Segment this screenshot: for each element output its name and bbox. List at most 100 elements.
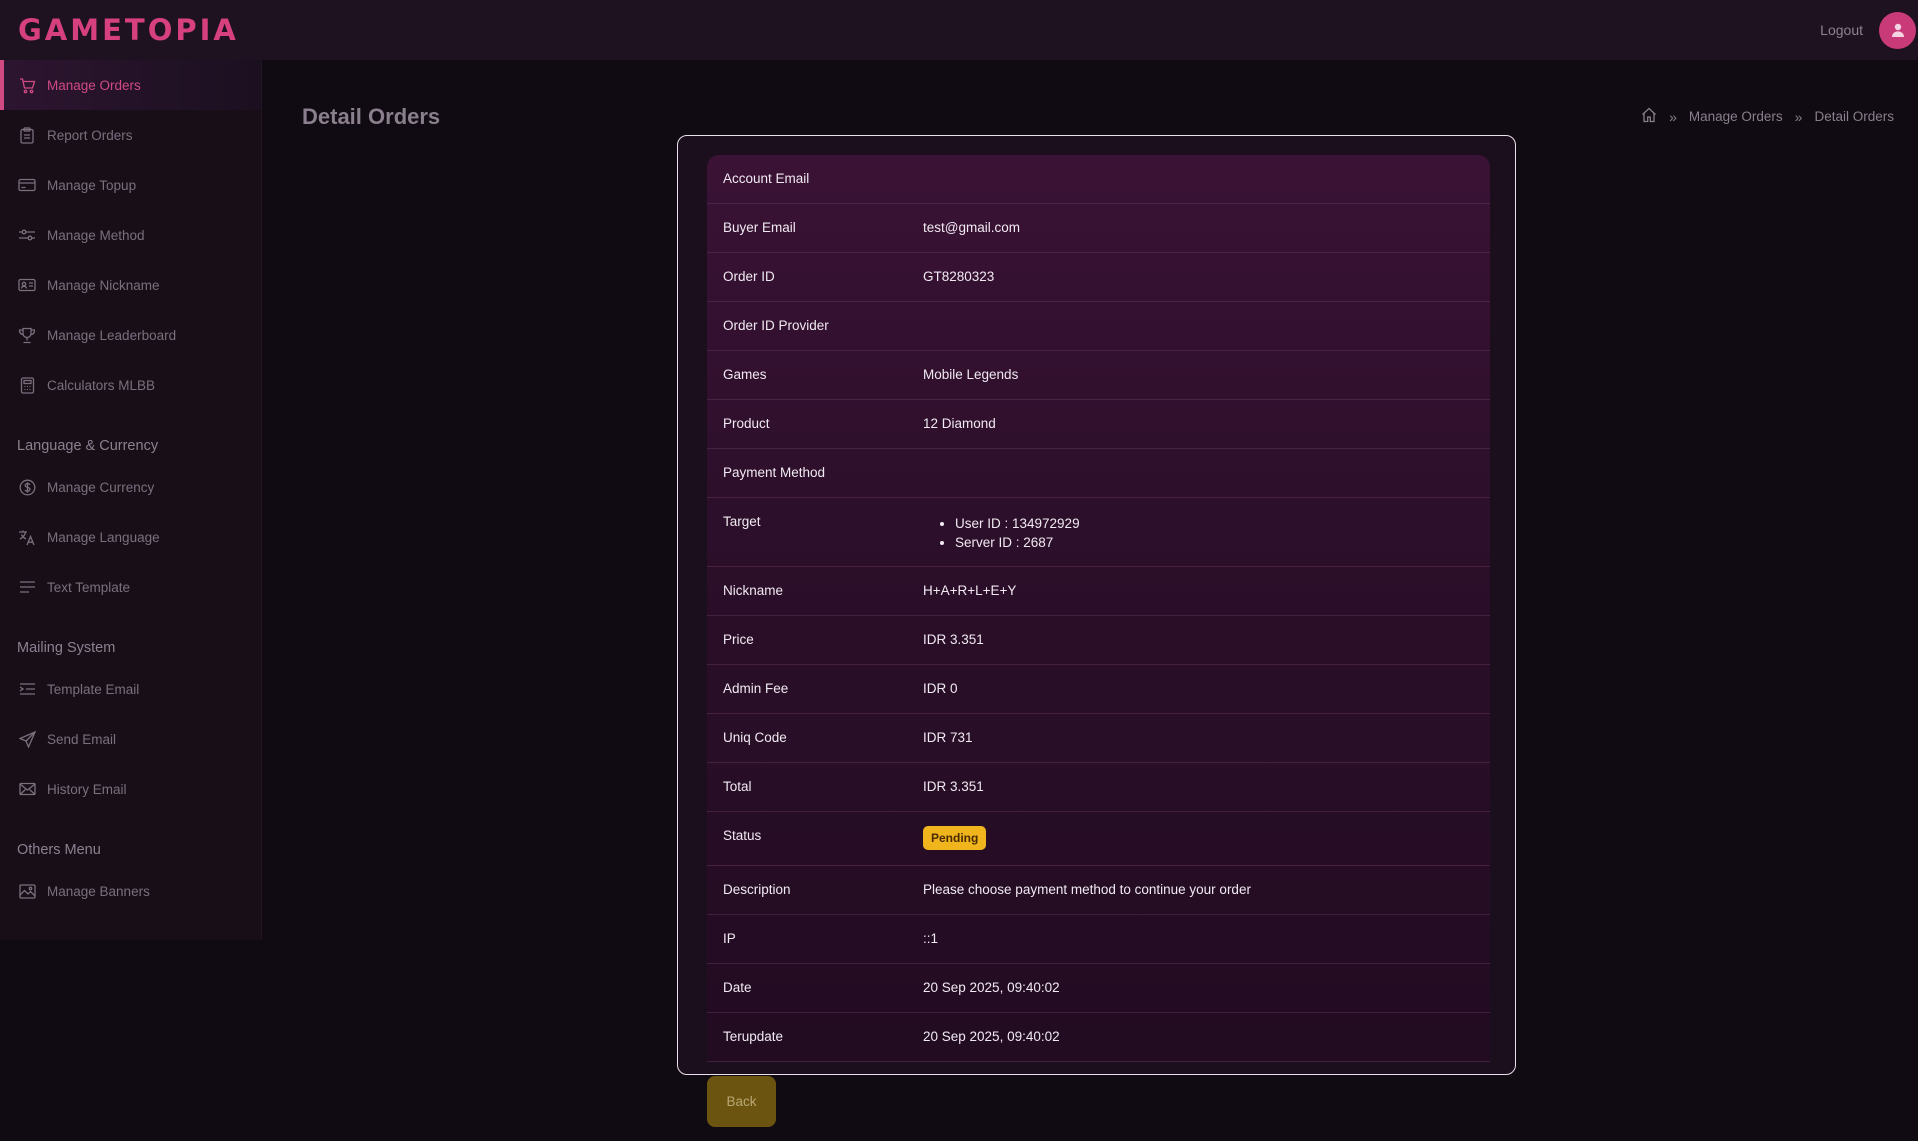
- detail-value: Mobile Legends: [923, 367, 1019, 382]
- sidebar-item-calculators-mlbb[interactable]: Calculators MLBB: [0, 360, 261, 410]
- back-button[interactable]: Back: [707, 1076, 776, 1127]
- detail-value: test@gmail.com: [923, 220, 1020, 235]
- detail-row-price: Price IDR 3.351: [707, 616, 1490, 665]
- breadcrumb-separator: »: [1669, 108, 1677, 125]
- sidebar-item-text-template[interactable]: Text Template: [0, 562, 261, 612]
- breadcrumb-parent[interactable]: Manage Orders: [1689, 109, 1783, 124]
- sidebar-item-manage-orders[interactable]: Manage Orders: [0, 60, 261, 110]
- translate-icon: [18, 528, 36, 546]
- detail-label: Buyer Email: [723, 220, 796, 235]
- detail-value: [921, 302, 1490, 350]
- detail-value: IDR 3.351: [923, 632, 984, 647]
- target-list: User ID : 134972929 Server ID : 2687: [923, 514, 1490, 552]
- detail-value: GT8280323: [923, 269, 995, 284]
- sliders-icon: [18, 226, 36, 244]
- detail-label: Target: [723, 514, 761, 529]
- sidebar-item-label: Manage Method: [47, 227, 145, 243]
- sidebar-item-send-email[interactable]: Send Email: [0, 714, 261, 764]
- detail-label: Product: [723, 416, 770, 431]
- detail-value: H+A+R+L+E+Y: [923, 583, 1017, 598]
- detail-value: User ID : 134972929 Server ID : 2687: [921, 498, 1490, 566]
- sidebar-item-label: Manage Nickname: [47, 277, 160, 293]
- detail-value: 20 Sep 2025, 09:40:02: [923, 1029, 1060, 1044]
- detail-value: ::1: [923, 931, 939, 946]
- calculator-icon: [18, 376, 36, 394]
- send-icon: [18, 730, 36, 748]
- sidebar-item-label: Text Template: [47, 579, 131, 595]
- sidebar-item-label: Manage Banners: [47, 883, 150, 899]
- avatar[interactable]: [1879, 11, 1916, 49]
- sidebar-item-label: Report Orders: [47, 127, 133, 143]
- image-icon: [18, 882, 36, 900]
- detail-row-product: Product 12 Diamond: [707, 400, 1490, 449]
- detail-label: Admin Fee: [723, 681, 789, 696]
- sidebar-item-manage-nickname[interactable]: Manage Nickname: [0, 260, 261, 310]
- detail-row-games: Games Mobile Legends: [707, 351, 1490, 400]
- list-indent-icon: [18, 680, 36, 698]
- detail-label: Order ID Provider: [723, 318, 829, 333]
- text-lines-icon: [18, 578, 36, 596]
- sidebar-item-label: Manage Language: [47, 529, 160, 545]
- page-title: Detail Orders: [302, 104, 441, 129]
- detail-row-order-id: Order ID GT8280323: [707, 253, 1490, 302]
- detail-label: Account Email: [723, 171, 810, 186]
- id-card-icon: [18, 276, 36, 294]
- topbar-actions: Logout: [1820, 11, 1918, 49]
- detail-value: [921, 449, 1490, 497]
- sidebar-item-label: Manage Topup: [47, 177, 137, 193]
- nav-group-others-menu: Others Menu: [17, 842, 101, 858]
- detail-row-nickname: Nickname H+A+R+L+E+Y: [707, 567, 1490, 616]
- detail-label: Terupdate: [723, 1029, 784, 1044]
- detail-label: Uniq Code: [723, 730, 787, 745]
- target-user-id: User ID : 134972929: [955, 514, 1490, 533]
- sidebar-item-manage-method[interactable]: Manage Method: [0, 210, 261, 260]
- sidebar-item-manage-topup[interactable]: Manage Topup: [0, 160, 261, 210]
- detail-label: Games: [723, 367, 767, 382]
- detail-row-ip: IP ::1: [707, 915, 1490, 964]
- sidebar-item-manage-banners[interactable]: Manage Banners: [0, 866, 261, 916]
- detail-label: Total: [723, 779, 752, 794]
- detail-row-buyer-email: Buyer Email test@gmail.com: [707, 204, 1490, 253]
- sidebar-item-template-email[interactable]: Template Email: [0, 664, 261, 714]
- detail-row-date: Date 20 Sep 2025, 09:40:02: [707, 964, 1490, 1013]
- detail-row-terupdate: Terupdate 20 Sep 2025, 09:40:02: [707, 1013, 1490, 1062]
- sidebar-item-label: Template Email: [47, 681, 140, 697]
- detail-label: Description: [723, 882, 791, 897]
- detail-value: IDR 731: [923, 730, 973, 745]
- detail-label: Nickname: [723, 583, 784, 598]
- sidebar-item-manage-leaderboard[interactable]: Manage Leaderboard: [0, 310, 261, 360]
- target-server-id: Server ID : 2687: [955, 533, 1490, 552]
- sidebar-item-label: Manage Orders: [47, 77, 141, 93]
- cart-icon: [18, 76, 36, 94]
- detail-row-total: Total IDR 3.351: [707, 763, 1490, 812]
- nav-group-language-currency: Language & Currency: [17, 438, 159, 454]
- sidebar-item-report-orders[interactable]: Report Orders: [0, 110, 261, 160]
- app-logo[interactable]: GAMETOPIA: [18, 13, 239, 47]
- mail-icon: [18, 780, 36, 798]
- sidebar-item-manage-currency[interactable]: Manage Currency: [0, 462, 261, 512]
- logout-link[interactable]: Logout: [1820, 22, 1863, 38]
- detail-row-description: Description Please choose payment method…: [707, 866, 1490, 915]
- detail-label: Status: [723, 828, 762, 843]
- detail-row-payment-method: Payment Method: [707, 449, 1490, 498]
- nav-group-mailing-system: Mailing System: [17, 640, 116, 656]
- sidebar-item-label: Send Email: [47, 731, 117, 747]
- detail-value: 20 Sep 2025, 09:40:02: [923, 980, 1060, 995]
- home-icon[interactable]: [1641, 107, 1657, 126]
- detail-value: [921, 155, 1490, 203]
- sidebar-item-label: Manage Leaderboard: [47, 327, 177, 343]
- sidebar-item-label: Calculators MLBB: [47, 377, 156, 393]
- order-detail-table: Account Email Buyer Email test@gmail.com…: [707, 155, 1490, 1062]
- sidebar-item-label: Manage Currency: [47, 479, 155, 495]
- breadcrumb: » Manage Orders » Detail Orders: [1641, 107, 1894, 126]
- breadcrumb-separator: »: [1794, 108, 1803, 125]
- top-bar: GAMETOPIA Logout: [0, 0, 1918, 60]
- user-icon: [1891, 23, 1904, 37]
- detail-label: Order ID: [723, 269, 775, 284]
- detail-row-order-id-provider: Order ID Provider: [707, 302, 1490, 351]
- sidebar-item-manage-language[interactable]: Manage Language: [0, 512, 261, 562]
- detail-label: Date: [723, 980, 752, 995]
- order-detail-modal: Account Email Buyer Email test@gmail.com…: [677, 135, 1516, 1075]
- sidebar-item-history-email[interactable]: History Email: [0, 764, 261, 814]
- status-badge: Pending: [923, 826, 987, 850]
